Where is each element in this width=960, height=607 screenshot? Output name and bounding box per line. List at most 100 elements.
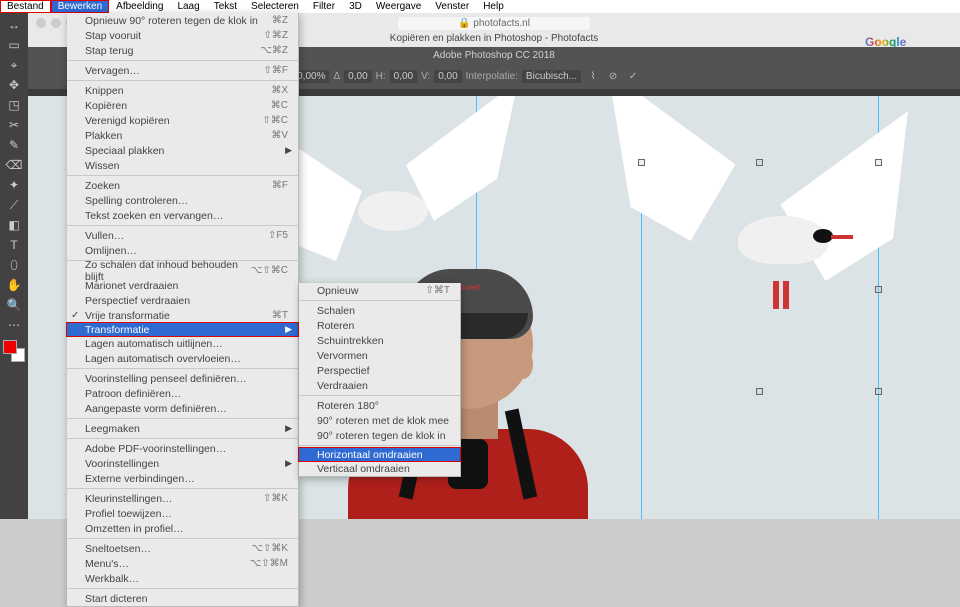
edit-menu-item-22[interactable]: Perspectief verdraaien bbox=[67, 293, 298, 308]
color-swatches[interactable] bbox=[3, 340, 25, 362]
cancel-icon[interactable]: ⊘ bbox=[605, 71, 621, 82]
edit-menu-item-23[interactable]: ✓Vrije transformatie⌘T bbox=[67, 308, 298, 323]
edit-menu-item-18[interactable]: Omlijnen… bbox=[67, 243, 298, 258]
transform-submenu-item-9[interactable]: Roteren 180° bbox=[299, 398, 460, 413]
menu-tekst[interactable]: Tekst bbox=[207, 0, 244, 13]
transform-submenu-item-10[interactable]: 90° roteren met de klok mee bbox=[299, 413, 460, 428]
opt-skew-h-label: H: bbox=[376, 71, 386, 82]
opt-interp[interactable]: Bicubisch... bbox=[522, 70, 581, 83]
opt-interp-label: Interpolatie: bbox=[466, 71, 518, 82]
transform-submenu-item-2[interactable]: Schalen bbox=[299, 303, 460, 318]
url-text: photofacts.nl bbox=[473, 18, 530, 29]
tool-eraser[interactable]: ⌫ bbox=[3, 156, 25, 174]
edit-menu-item-25[interactable]: Lagen automatisch uitlijnen… bbox=[67, 336, 298, 351]
menu-help[interactable]: Help bbox=[476, 0, 511, 13]
edit-menu-item-6[interactable]: Knippen⌘X bbox=[67, 83, 298, 98]
menu-bewerken[interactable]: Bewerken bbox=[51, 0, 109, 13]
edit-menu-item-40[interactable]: Omzetten in profiel… bbox=[67, 521, 298, 536]
edit-menu-item-35[interactable]: Voorinstellingen▶ bbox=[67, 456, 298, 471]
address-bar[interactable]: 🔒 photofacts.nl bbox=[398, 17, 590, 30]
tool-clone[interactable]: ✦ bbox=[3, 176, 25, 194]
tool-brush[interactable]: ✎ bbox=[3, 136, 25, 154]
tool-move[interactable]: ↔ bbox=[3, 16, 25, 34]
edit-menu-item-15[interactable]: Tekst zoeken en vervangen… bbox=[67, 208, 298, 223]
menu-filter[interactable]: Filter bbox=[306, 0, 342, 13]
handle-tr[interactable] bbox=[875, 159, 882, 166]
tool-shape[interactable]: ⬯ bbox=[3, 256, 25, 274]
tool-marquee[interactable]: ▭ bbox=[3, 36, 25, 54]
transform-submenu-item-13[interactable]: Horizontaal omdraaien bbox=[298, 447, 461, 462]
menu-laag[interactable]: Laag bbox=[170, 0, 206, 13]
edit-menu-item-42[interactable]: Sneltoetsen…⌥⇧⌘K bbox=[67, 541, 298, 556]
edit-menu-item-30[interactable]: Aangepaste vorm definiëren… bbox=[67, 401, 298, 416]
tool-zoom[interactable]: 🔍 bbox=[3, 296, 25, 314]
menu-afbeelding[interactable]: Afbeelding bbox=[109, 0, 170, 13]
opt-angle[interactable]: 0,00 bbox=[344, 70, 371, 83]
edit-menu-item-44[interactable]: Werkbalk… bbox=[67, 571, 298, 586]
tool-more[interactable]: ⋯ bbox=[3, 316, 25, 334]
transform-submenu: Opnieuw⇧⌘TSchalenRoterenSchuintrekkenVer… bbox=[299, 283, 461, 477]
edit-menu-item-8[interactable]: Verenigd kopiëren⇧⌘C bbox=[67, 113, 298, 128]
edit-menu-item-21[interactable]: Marionet verdraaien bbox=[67, 278, 298, 293]
transform-submenu-item-6[interactable]: Perspectief bbox=[299, 363, 460, 378]
menu-bestand[interactable]: Bestand bbox=[0, 0, 51, 13]
edit-menu-item-10[interactable]: Speciaal plakken▶ bbox=[67, 143, 298, 158]
transform-submenu-item-3[interactable]: Roteren bbox=[299, 318, 460, 333]
edit-menu-item-9[interactable]: Plakken⌘V bbox=[67, 128, 298, 143]
tool-wand[interactable]: ✥ bbox=[3, 76, 25, 94]
handle-br[interactable] bbox=[875, 388, 882, 395]
handle-tl[interactable] bbox=[638, 159, 645, 166]
transform-submenu-item-5[interactable]: Vervormen bbox=[299, 348, 460, 363]
edit-menu-item-34[interactable]: Adobe PDF-voorinstellingen… bbox=[67, 441, 298, 456]
bird-right bbox=[608, 96, 908, 331]
commit-icon[interactable]: ✓ bbox=[625, 71, 641, 82]
transform-submenu-item-14[interactable]: Verticaal omdraaien bbox=[299, 461, 460, 476]
tool-lasso[interactable]: ⌖ bbox=[3, 56, 25, 74]
lock-icon: 🔒 bbox=[458, 18, 473, 29]
edit-menu: Opnieuw 90° roteren tegen de klok in⌘ZSt… bbox=[67, 13, 299, 607]
transform-submenu-item-11[interactable]: 90° roteren tegen de klok in bbox=[299, 428, 460, 443]
opt-skew-v[interactable]: 0,00 bbox=[434, 70, 461, 83]
handle-b[interactable] bbox=[756, 388, 763, 395]
handle-r[interactable] bbox=[875, 286, 882, 293]
mac-menubar: Bestand Bewerken Afbeelding Laag Tekst S… bbox=[0, 0, 960, 13]
edit-menu-item-43[interactable]: Menu's…⌥⇧⌘M bbox=[67, 556, 298, 571]
tool-paint[interactable]: ◧ bbox=[3, 216, 25, 234]
edit-menu-item-7[interactable]: Kopiëren⌘C bbox=[67, 98, 298, 113]
menu-3d[interactable]: 3D bbox=[342, 0, 369, 13]
opt-skew-h[interactable]: 0,00 bbox=[390, 70, 417, 83]
edit-menu-item-11[interactable]: Wissen bbox=[67, 158, 298, 173]
handle-t[interactable] bbox=[756, 159, 763, 166]
opt-skew-v-label: V: bbox=[421, 71, 430, 82]
browser-tab[interactable]: Kopiëren en plakken in Photoshop - Photo… bbox=[390, 33, 598, 44]
edit-menu-item-24[interactable]: Transformatie▶ bbox=[66, 322, 299, 337]
edit-menu-item-36[interactable]: Externe verbindingen… bbox=[67, 471, 298, 486]
edit-menu-item-2[interactable]: Stap terug⌥⌘Z bbox=[67, 43, 298, 58]
edit-menu-item-0[interactable]: Opnieuw 90° roteren tegen de klok in⌘Z bbox=[67, 13, 298, 28]
tool-slice[interactable]: ✂ bbox=[3, 116, 25, 134]
edit-menu-item-38[interactable]: Kleurinstellingen…⇧⌘K bbox=[67, 491, 298, 506]
edit-menu-item-14[interactable]: Spelling controleren… bbox=[67, 193, 298, 208]
edit-menu-item-46[interactable]: Start dicteren bbox=[67, 591, 298, 606]
edit-menu-item-28[interactable]: Voorinstelling penseel definiëren… bbox=[67, 371, 298, 386]
edit-menu-item-26[interactable]: Lagen automatisch overvloeien… bbox=[67, 351, 298, 366]
menu-selecteren[interactable]: Selecteren bbox=[244, 0, 306, 13]
edit-menu-item-32[interactable]: Leegmaken▶ bbox=[67, 421, 298, 436]
menu-venster[interactable]: Venster bbox=[428, 0, 476, 13]
edit-menu-item-29[interactable]: Patroon definiëren… bbox=[67, 386, 298, 401]
tool-gradient[interactable]: ⟋ bbox=[3, 196, 25, 214]
transform-submenu-item-7[interactable]: Verdraaien bbox=[299, 378, 460, 393]
edit-menu-item-17[interactable]: Vullen…⇧F5 bbox=[67, 228, 298, 243]
edit-menu-item-13[interactable]: Zoeken⌘F bbox=[67, 178, 298, 193]
edit-menu-item-20[interactable]: Zo schalen dat inhoud behouden blijft⌥⇧⌘… bbox=[67, 263, 298, 278]
warp-icon[interactable]: ⌇ bbox=[585, 71, 601, 82]
tool-palette: ↔ ▭ ⌖ ✥ ◳ ✂ ✎ ⌫ ✦ ⟋ ◧ T ⬯ ✋ 🔍 ⋯ bbox=[0, 13, 28, 519]
edit-menu-item-1[interactable]: Stap vooruit⇧⌘Z bbox=[67, 28, 298, 43]
tool-type[interactable]: T bbox=[3, 236, 25, 254]
menu-weergave[interactable]: Weergave bbox=[369, 0, 428, 13]
tool-hand[interactable]: ✋ bbox=[3, 276, 25, 294]
transform-submenu-item-4[interactable]: Schuintrekken bbox=[299, 333, 460, 348]
transform-submenu-item-0[interactable]: Opnieuw⇧⌘T bbox=[299, 283, 460, 298]
edit-menu-item-4[interactable]: Vervagen…⇧⌘F bbox=[67, 63, 298, 78]
tool-crop[interactable]: ◳ bbox=[3, 96, 25, 114]
